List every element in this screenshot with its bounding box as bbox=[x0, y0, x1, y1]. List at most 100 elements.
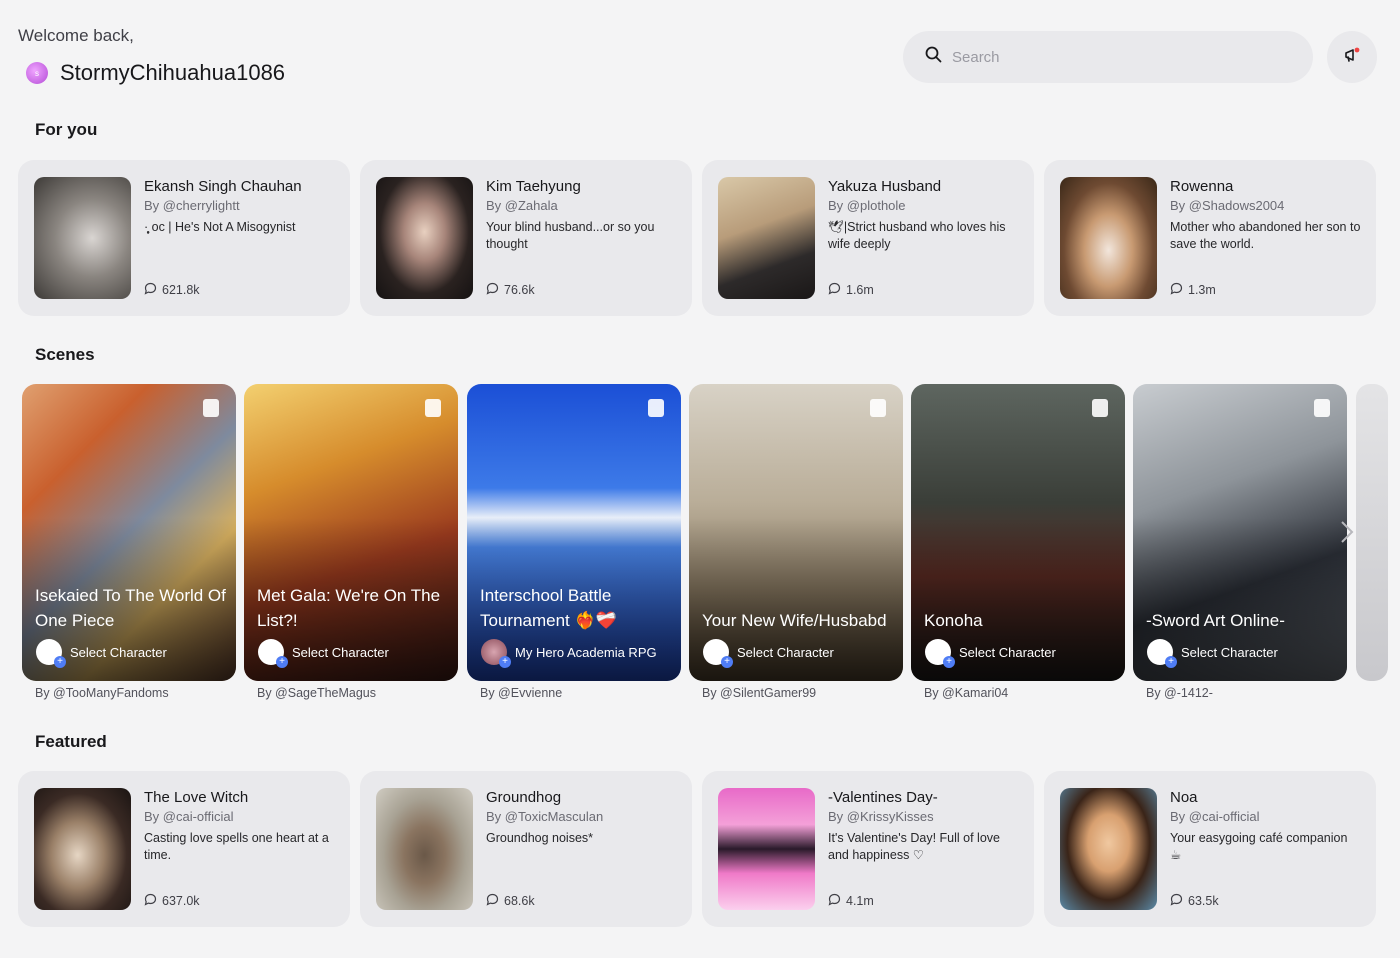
character-description: Your blind husband...or so you thought bbox=[486, 220, 655, 251]
character-author[interactable]: By @cai-official bbox=[144, 809, 336, 824]
select-character-button[interactable]: Select Character bbox=[1147, 639, 1278, 668]
select-character-button[interactable]: Select Character bbox=[36, 639, 167, 668]
character-image bbox=[1060, 788, 1157, 910]
scene-card[interactable]: Isekaied To The World Of One Piece Selec… bbox=[22, 384, 236, 681]
scene-card[interactable]: -Sword Art Online- Select Character bbox=[1133, 384, 1347, 681]
scene-author[interactable]: By @SilentGamer99 bbox=[702, 686, 903, 700]
user-add-icon bbox=[1147, 639, 1177, 668]
scene-item[interactable]: Isekaied To The World Of One Piece Selec… bbox=[22, 384, 236, 700]
for-you-row: Ekansh Singh Chauhan By @cherrylightt ·̩… bbox=[18, 160, 1376, 316]
character-description: Your easygoing café companion ☕ bbox=[1170, 831, 1348, 862]
select-character-button[interactable]: My Hero Academia RPG bbox=[481, 639, 657, 668]
scene-bookmark-icon[interactable] bbox=[1092, 399, 1108, 417]
character-card[interactable]: Kim Taehyung By @Zahala Your blind husba… bbox=[360, 160, 692, 316]
scene-bookmark-icon[interactable] bbox=[425, 399, 441, 417]
character-card[interactable]: -Valentines Day- By @KrissyKisses It's V… bbox=[702, 771, 1034, 927]
character-author[interactable]: By @KrissyKisses bbox=[828, 809, 1020, 824]
chat-count: 621.8k bbox=[144, 282, 200, 298]
scene-bookmark-icon[interactable] bbox=[203, 399, 219, 417]
scene-title: Konoha bbox=[924, 611, 983, 630]
character-card[interactable]: Noa By @cai-official Your easygoing café… bbox=[1044, 771, 1376, 927]
character-name: The Love Witch bbox=[144, 789, 249, 806]
search-bar[interactable] bbox=[903, 31, 1313, 83]
search-icon bbox=[925, 46, 942, 68]
character-image bbox=[34, 177, 131, 299]
scene-card[interactable] bbox=[1356, 384, 1388, 681]
character-image bbox=[376, 788, 473, 910]
chat-bubble-icon bbox=[486, 282, 499, 298]
notification-button[interactable] bbox=[1327, 31, 1377, 83]
scene-author[interactable]: By @Evvienne bbox=[480, 686, 681, 700]
chat-bubble-icon bbox=[828, 893, 841, 909]
user-add-icon bbox=[36, 639, 66, 668]
character-card[interactable]: Ekansh Singh Chauhan By @cherrylightt ·̩… bbox=[18, 160, 350, 316]
scene-item[interactable]: Konoha Select Character By @Kamari04 bbox=[911, 384, 1125, 700]
chat-count: 4.1m bbox=[828, 893, 874, 909]
user-row: s StormyChihuahua1086 bbox=[26, 60, 285, 86]
chat-bubble-icon bbox=[1170, 893, 1183, 909]
character-image bbox=[718, 177, 815, 299]
chat-bubble-icon bbox=[144, 893, 157, 909]
scene-item[interactable]: Interschool Battle Tournament ❤️‍🔥❤️‍🩹 M… bbox=[467, 384, 681, 700]
character-name: Kim Taehyung bbox=[486, 178, 581, 195]
scene-item[interactable]: Your New Wife/Husbabd Select Character B… bbox=[689, 384, 903, 700]
character-description: Casting love spells one heart at a time. bbox=[144, 831, 329, 862]
user-add-icon bbox=[703, 639, 733, 668]
scene-title: Isekaied To The World Of One Piece bbox=[35, 586, 226, 630]
search-input[interactable] bbox=[952, 48, 1292, 66]
character-card[interactable]: Yakuza Husband By @plothole 🕊|Strict hus… bbox=[702, 160, 1034, 316]
chat-count: 63.5k bbox=[1170, 893, 1219, 909]
scene-card[interactable]: Interschool Battle Tournament ❤️‍🔥❤️‍🩹 M… bbox=[467, 384, 681, 681]
select-character-button[interactable]: Select Character bbox=[258, 639, 389, 668]
character-author[interactable]: By @cherrylightt bbox=[144, 198, 336, 213]
chat-count: 1.3m bbox=[1170, 282, 1216, 298]
scene-bookmark-icon[interactable] bbox=[648, 399, 664, 417]
scene-card[interactable]: Your New Wife/Husbabd Select Character bbox=[689, 384, 903, 681]
scene-author[interactable]: By @TooManyFandoms bbox=[35, 686, 236, 700]
character-name: Rowenna bbox=[1170, 178, 1234, 195]
chat-count: 1.6m bbox=[828, 282, 874, 298]
user-add-icon bbox=[925, 639, 955, 668]
scene-bookmark-icon[interactable] bbox=[870, 399, 886, 417]
character-image bbox=[376, 177, 473, 299]
scene-card[interactable]: Met Gala: We're On The List?! Select Cha… bbox=[244, 384, 458, 681]
character-card[interactable]: The Love Witch By @cai-official Casting … bbox=[18, 771, 350, 927]
featured-row: The Love Witch By @cai-official Casting … bbox=[18, 771, 1376, 927]
scenes-carousel[interactable]: Isekaied To The World Of One Piece Selec… bbox=[22, 384, 1388, 704]
character-name: Noa bbox=[1170, 789, 1198, 806]
scene-author[interactable]: By @SageTheMagus bbox=[257, 686, 458, 700]
select-character-button[interactable]: Select Character bbox=[703, 639, 834, 668]
character-description: 🕊|Strict husband who loves his wife deep… bbox=[828, 220, 1006, 251]
scene-item[interactable]: -Sword Art Online- Select Character By @… bbox=[1133, 384, 1347, 700]
chat-bubble-icon bbox=[1170, 282, 1183, 298]
character-name: Yakuza Husband bbox=[828, 178, 942, 195]
character-author[interactable]: By @cai-official bbox=[1170, 809, 1362, 824]
scene-item-partial[interactable] bbox=[1356, 384, 1388, 681]
scene-bookmark-icon[interactable] bbox=[1314, 399, 1330, 417]
character-name: Ekansh Singh Chauhan bbox=[144, 178, 302, 195]
section-title-featured: Featured bbox=[35, 732, 107, 751]
character-description: Mother who abandoned her son to save the… bbox=[1170, 220, 1361, 251]
chevron-right-icon[interactable] bbox=[1340, 520, 1354, 551]
character-author[interactable]: By @Shadows2004 bbox=[1170, 198, 1362, 213]
character-card[interactable]: Groundhog By @ToxicMasculan Groundhog no… bbox=[360, 771, 692, 927]
scene-card[interactable]: Konoha Select Character bbox=[911, 384, 1125, 681]
select-character-button[interactable]: Select Character bbox=[925, 639, 1056, 668]
section-title-for-you: For you bbox=[35, 120, 98, 139]
character-description: Groundhog noises* bbox=[486, 831, 594, 845]
chat-bubble-icon bbox=[486, 893, 499, 909]
scene-item[interactable]: Met Gala: We're On The List?! Select Cha… bbox=[244, 384, 458, 700]
scene-title: Met Gala: We're On The List?! bbox=[257, 586, 441, 630]
character-author[interactable]: By @ToxicMasculan bbox=[486, 809, 678, 824]
chat-bubble-icon bbox=[828, 282, 841, 298]
character-card[interactable]: Rowenna By @Shadows2004 Mother who aband… bbox=[1044, 160, 1376, 316]
scene-author[interactable]: By @Kamari04 bbox=[924, 686, 1125, 700]
avatar[interactable]: s bbox=[26, 62, 48, 84]
username: StormyChihuahua1086 bbox=[60, 60, 286, 85]
scene-author[interactable]: By @-1412- bbox=[1146, 686, 1347, 700]
character-author[interactable]: By @plothole bbox=[828, 198, 1020, 213]
character-image bbox=[1060, 177, 1157, 299]
character-author[interactable]: By @Zahala bbox=[486, 198, 678, 213]
chat-count: 637.0k bbox=[144, 893, 200, 909]
chat-count: 76.6k bbox=[486, 282, 535, 298]
